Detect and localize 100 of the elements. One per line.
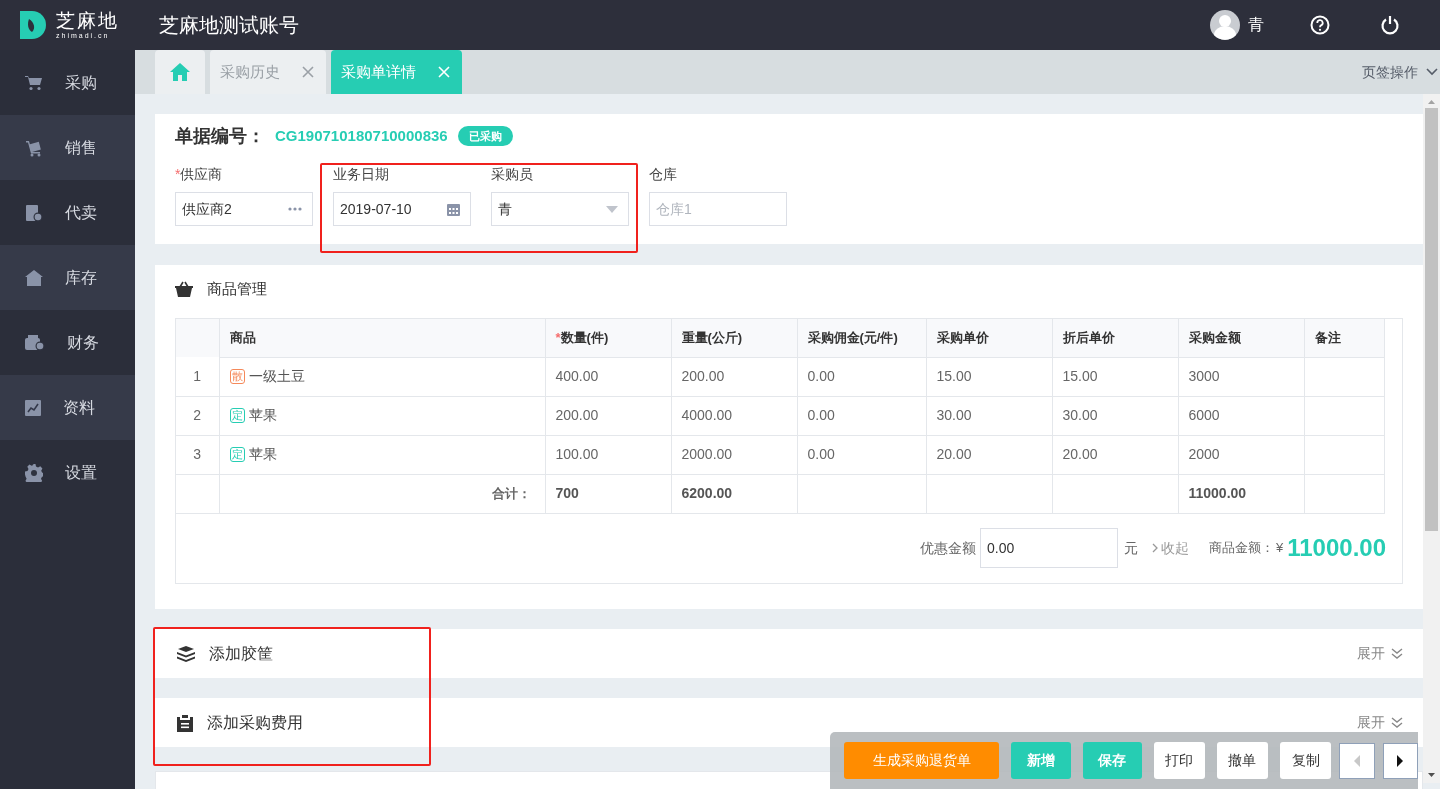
action-button[interactable]: 打印 [1153, 742, 1205, 779]
order-number-label: 单据编号： [175, 124, 265, 148]
discount-field[interactable]: 0.00 [980, 528, 1118, 568]
column-header: 重量(公斤) [681, 330, 743, 346]
supplier-field[interactable]: 供应商2 [175, 192, 313, 226]
total-cell: 6200.00 [681, 485, 733, 501]
field-label: 采购员 [491, 165, 534, 184]
double-chevron-icon [1391, 647, 1403, 660]
table-cell: 30.00 [1062, 407, 1098, 423]
logo-icon [20, 11, 48, 39]
product-tag: 散 [229, 369, 245, 384]
home-tab[interactable] [155, 50, 205, 94]
table-cell: 2000 [1188, 446, 1220, 462]
product-name: 苹果 [248, 406, 277, 425]
table-cell: 3000 [1188, 368, 1220, 384]
column-header: *数量(件) [555, 330, 609, 346]
action-button[interactable]: 撤单 [1216, 742, 1268, 779]
total-cell: 11000.00 [1188, 485, 1247, 501]
column-header: 备注 [1314, 330, 1341, 346]
settings-icon [25, 463, 43, 482]
amount-label: 商品金额： [1209, 539, 1274, 558]
user-name: 青 [1248, 15, 1264, 35]
table-cell: 20.00 [936, 446, 972, 462]
order-number: CG190710180710000836 [275, 125, 448, 146]
tab-actions-dropdown[interactable]: 页签操作 [1362, 61, 1438, 83]
table-cell: 200.00 [681, 368, 725, 384]
section-title: 添加采购费用 [207, 712, 303, 733]
scrollbar[interactable] [1423, 94, 1440, 783]
scroll-down-icon[interactable] [1428, 773, 1435, 777]
field-label: 业务日期 [333, 165, 390, 184]
table-cell: 4000.00 [681, 407, 733, 423]
product-tag: 定 [229, 447, 245, 462]
dropdown-icon [606, 205, 618, 213]
next-button[interactable] [1382, 742, 1418, 779]
wallet-icon [25, 334, 45, 351]
cart-icon [25, 74, 43, 91]
calendar-icon [447, 202, 460, 216]
field-label: *供应商 [175, 165, 224, 184]
boxes-icon [177, 645, 195, 662]
table-cell: 30.00 [936, 407, 972, 423]
total-cell: 700 [555, 485, 579, 501]
column-header: 折后单价 [1062, 330, 1115, 346]
help-icon[interactable] [1310, 15, 1330, 35]
sidebar-item[interactable]: 资料 [0, 375, 135, 440]
document-icon [25, 203, 43, 222]
account-name: 芝麻地测试账号 [159, 13, 299, 38]
product-name: 一级土豆 [248, 367, 305, 386]
date-field[interactable]: 2019-07-10 [333, 192, 471, 226]
product-tag: 定 [229, 408, 245, 423]
trolley-icon [25, 138, 43, 157]
column-header: 采购金额 [1188, 330, 1241, 346]
action-button[interactable]: 复制 [1279, 742, 1332, 779]
row-number: 2 [193, 407, 202, 423]
sidebar-item[interactable]: 销售 [0, 115, 135, 180]
status-badge: 已采购 [457, 125, 513, 147]
clipboard-icon [177, 713, 193, 732]
table-cell: 0.00 [807, 407, 835, 423]
section-title: 商品管理 [207, 278, 267, 299]
table-cell: 400.00 [555, 368, 599, 384]
expand-link[interactable]: 展开 [1357, 712, 1403, 733]
section-title: 添加胶筐 [209, 643, 273, 664]
chart-icon [25, 399, 41, 416]
table-cell: 100.00 [555, 446, 599, 462]
currency-symbol: ¥ [1276, 539, 1284, 558]
unit-label: 元 [1124, 538, 1138, 558]
table-cell: 0.00 [807, 446, 835, 462]
table-cell: 15.00 [1062, 368, 1098, 384]
row-number: 1 [193, 367, 202, 384]
column-header: 采购单价 [936, 330, 989, 346]
left-triangle-icon [1352, 754, 1361, 767]
chevron-right-icon [1152, 543, 1158, 553]
table-cell: 2000.00 [681, 446, 733, 462]
product-name: 苹果 [248, 445, 277, 464]
table-cell: 6000 [1188, 407, 1220, 423]
table-cell: 20.00 [1062, 446, 1098, 462]
avatar-icon[interactable] [1210, 10, 1240, 40]
scroll-thumb[interactable] [1425, 108, 1438, 531]
chevron-down-icon [1426, 68, 1438, 76]
field-label: 仓库 [649, 165, 678, 184]
logo-text: 芝麻地 [56, 11, 119, 30]
more-icon [288, 207, 302, 211]
table-cell: 0.00 [807, 368, 835, 384]
right-triangle-icon [1396, 754, 1405, 767]
column-header: 采购佣金(元/件) [807, 330, 898, 346]
double-chevron-icon [1391, 716, 1403, 729]
row-number: 3 [193, 446, 202, 462]
column-header: 商品 [229, 330, 256, 346]
table-cell: 15.00 [936, 368, 972, 384]
home-icon [170, 63, 190, 81]
table-cell: 200.00 [555, 407, 599, 423]
sidebar-item[interactable]: 库存 [0, 245, 135, 310]
scroll-up-icon[interactable] [1428, 100, 1435, 104]
house-icon [25, 269, 43, 286]
discount-label: 优惠金额 [920, 538, 976, 558]
goods-amount: 11000.00 [1287, 533, 1386, 563]
power-icon[interactable] [1380, 15, 1400, 35]
close-icon[interactable] [302, 66, 314, 78]
total-label: 合计： [491, 486, 531, 501]
expand-link[interactable]: 展开 [1357, 643, 1403, 664]
buyer-select[interactable]: 青 [491, 192, 629, 226]
